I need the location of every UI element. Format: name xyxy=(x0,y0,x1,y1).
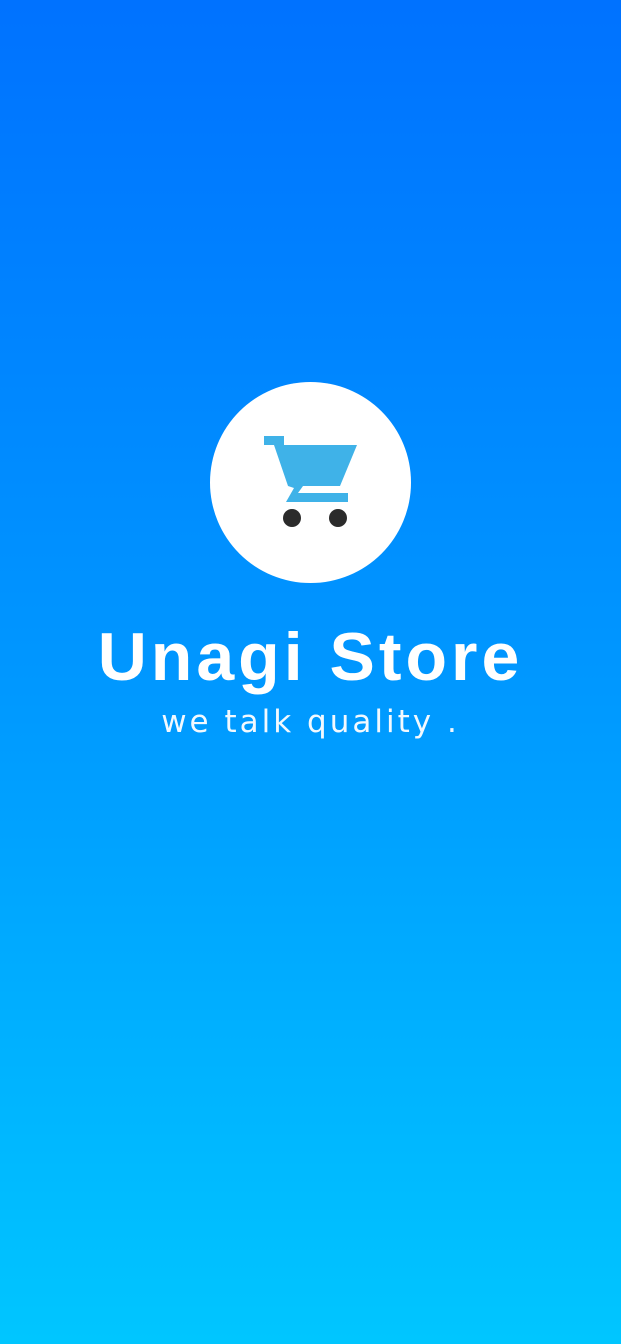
splash-screen: Unagi Store we talk quality . xyxy=(0,0,621,1344)
shopping-cart-icon xyxy=(264,436,357,527)
app-title: Unagi Store xyxy=(97,619,524,695)
app-tagline: we talk quality . xyxy=(161,704,460,740)
app-logo xyxy=(210,382,411,583)
